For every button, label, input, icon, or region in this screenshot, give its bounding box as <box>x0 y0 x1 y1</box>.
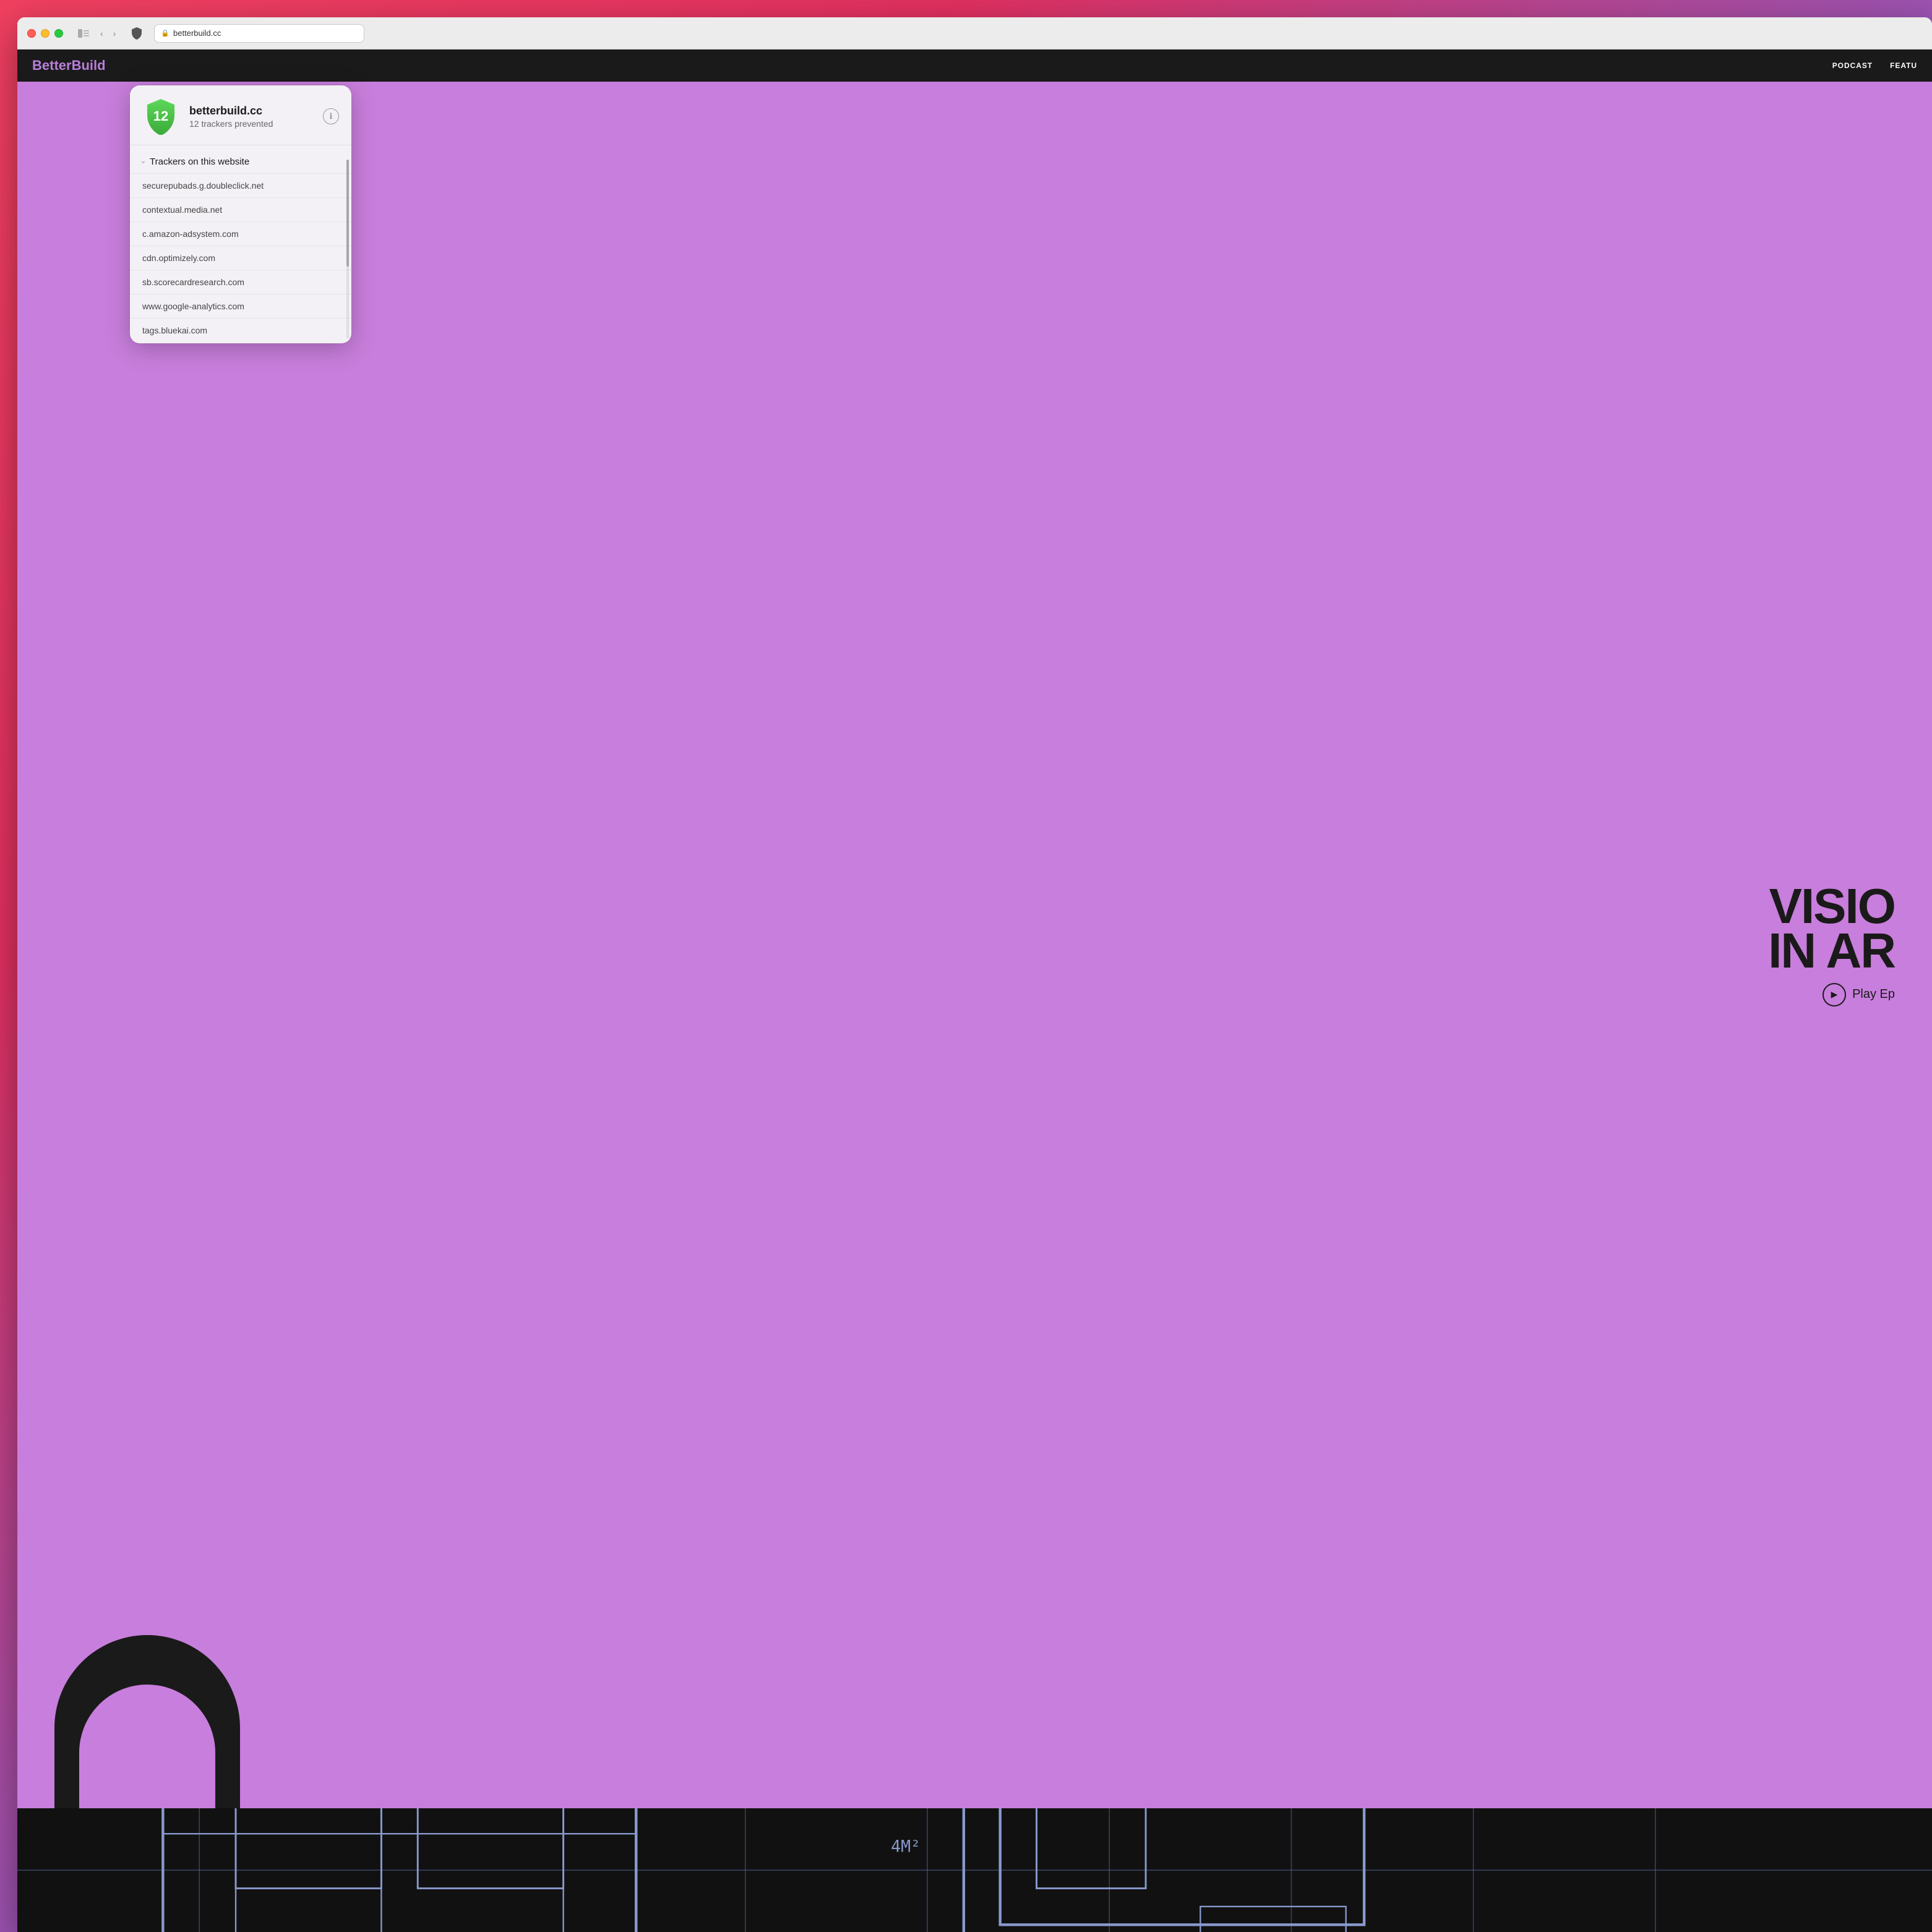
minimize-button[interactable] <box>41 29 49 38</box>
hero-title-line2: IN AR <box>1768 929 1895 973</box>
logo-text-main: BetterBu <box>32 58 90 73</box>
url-text: betterbuild.cc <box>173 28 221 38</box>
popup-body[interactable]: › Trackers on this website securepubads.… <box>130 145 351 343</box>
site-nav: PODCAST FEATU <box>1832 61 1917 70</box>
trackers-section-header[interactable]: › Trackers on this website <box>130 150 351 173</box>
forward-button[interactable]: › <box>109 26 120 41</box>
nav-podcast[interactable]: PODCAST <box>1832 61 1873 70</box>
site-header: BetterBuild PODCAST FEATU <box>17 49 1932 82</box>
popup-site-info: betterbuild.cc 12 trackers prevented <box>189 105 313 129</box>
blueprint-section: 3700 3000 ③ 4M² 2020 1400 <box>17 1808 1932 1932</box>
address-bar[interactable]: 🔒 betterbuild.cc <box>154 24 364 43</box>
popup-scrollbar[interactable] <box>346 160 349 338</box>
shield-badge: 12 <box>142 98 179 135</box>
nav-buttons: ‹ › <box>97 26 119 41</box>
hero-subtitle: ▶ Play Ep <box>1768 983 1895 1007</box>
nav-features[interactable]: FEATU <box>1890 61 1917 70</box>
traffic-lights <box>27 29 63 38</box>
title-bar: ‹ › 🔒 betterbuild.cc <box>17 17 1932 49</box>
tracker-item: tags.bluekai.com <box>130 318 351 342</box>
tracker-item: contextual.media.net <box>130 197 351 221</box>
hero-text: VISIO IN AR ▶ Play Ep <box>1768 884 1895 1007</box>
popup-domain: betterbuild.cc <box>189 105 313 118</box>
shield-count: 12 <box>153 108 168 124</box>
sidebar-toggle-button[interactable] <box>78 29 89 38</box>
close-button[interactable] <box>27 29 36 38</box>
shield-toolbar-button[interactable] <box>127 24 147 43</box>
logo-text-accent: ild <box>90 58 106 73</box>
section-title: Trackers on this website <box>150 157 249 167</box>
play-label: Play Ep <box>1852 987 1895 1002</box>
tracker-item: www.google-analytics.com <box>130 294 351 318</box>
info-button[interactable]: ℹ <box>323 108 339 124</box>
arch-decoration <box>54 1610 240 1808</box>
privacy-popup: 12 betterbuild.cc 12 trackers prevented … <box>130 85 351 343</box>
lock-icon: 🔒 <box>161 29 170 37</box>
site-logo: BetterBuild <box>32 58 106 74</box>
popup-trackers-count: 12 trackers prevented <box>189 119 313 129</box>
svg-text:4M²: 4M² <box>891 1837 921 1857</box>
back-button[interactable]: ‹ <box>97 26 107 41</box>
hero-title-line1: VISIO <box>1768 884 1895 929</box>
maximize-button[interactable] <box>54 29 63 38</box>
tracker-item: sb.scorecardresearch.com <box>130 270 351 294</box>
play-button[interactable]: ▶ <box>1823 983 1846 1007</box>
web-content: BetterBuild PODCAST FEATU VISIO IN AR ▶ <box>17 49 1932 1932</box>
chevron-icon: › <box>139 161 148 163</box>
popup-scrollbar-thumb <box>346 160 349 267</box>
tracker-item: cdn.optimizely.com <box>130 246 351 270</box>
tracker-item: securepubads.g.doubleclick.net <box>130 173 351 197</box>
popup-header: 12 betterbuild.cc 12 trackers prevented … <box>130 85 351 145</box>
tracker-item: c.amazon-adsystem.com <box>130 221 351 246</box>
tracker-list: securepubads.g.doubleclick.net contextua… <box>130 173 351 342</box>
browser-window: ‹ › 🔒 betterbuild.cc BetterBuild PODCAST <box>17 17 1932 1932</box>
